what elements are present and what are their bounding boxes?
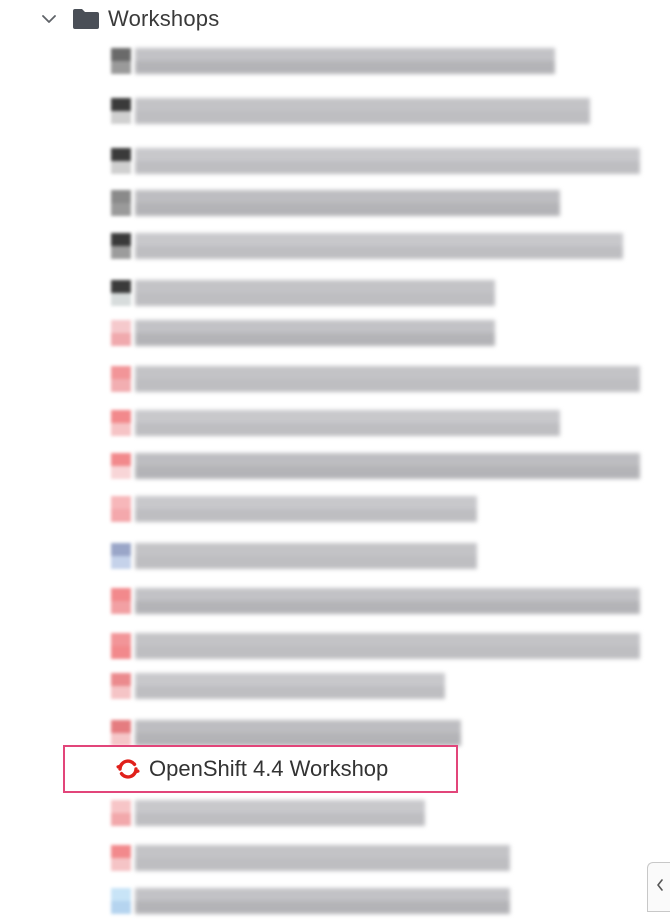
redacted-item-icon bbox=[111, 845, 131, 871]
redacted-item-text bbox=[135, 845, 510, 871]
redacted-item-text bbox=[135, 366, 640, 392]
redacted-item-icon bbox=[111, 800, 131, 826]
redacted-list-item[interactable] bbox=[97, 792, 427, 832]
folder-label: Workshops bbox=[108, 6, 220, 31]
redacted-item-text bbox=[135, 800, 425, 826]
redacted-item-icon bbox=[111, 888, 131, 914]
workshops-folder-row[interactable]: Workshops bbox=[40, 2, 219, 36]
redacted-list-item[interactable] bbox=[97, 140, 642, 180]
redacted-item-icon bbox=[111, 320, 131, 346]
redacted-list-item[interactable] bbox=[97, 225, 625, 265]
redacted-item-icon bbox=[111, 543, 131, 569]
redacted-item-icon bbox=[111, 233, 131, 259]
redacted-item-text bbox=[135, 148, 640, 174]
redacted-list-item[interactable] bbox=[97, 90, 592, 130]
redacted-list-item[interactable] bbox=[97, 535, 479, 575]
redacted-item-text bbox=[135, 633, 640, 659]
highlighted-tree-item[interactable]: OpenShift 4.4 Workshop bbox=[63, 745, 458, 793]
redacted-item-text bbox=[135, 48, 555, 74]
redacted-item-text bbox=[135, 410, 560, 436]
redacted-list-item[interactable] bbox=[97, 625, 642, 665]
collapse-panel-tab[interactable] bbox=[647, 862, 670, 912]
redacted-item-icon bbox=[111, 633, 131, 659]
redacted-item-text bbox=[135, 233, 623, 259]
redacted-item-icon bbox=[111, 98, 131, 124]
openshift-logo-icon bbox=[116, 757, 140, 781]
redacted-item-icon bbox=[111, 366, 131, 392]
redacted-item-text bbox=[135, 543, 477, 569]
redacted-item-icon bbox=[111, 280, 131, 306]
redacted-item-text bbox=[135, 280, 495, 306]
redacted-item-icon bbox=[111, 720, 131, 746]
redacted-list-item[interactable] bbox=[97, 880, 512, 920]
chevron-left-icon[interactable] bbox=[656, 878, 664, 896]
redacted-list-item[interactable] bbox=[97, 40, 557, 80]
redacted-list-item[interactable] bbox=[97, 580, 642, 620]
redacted-item-text bbox=[135, 720, 461, 746]
redacted-item-text bbox=[135, 496, 477, 522]
redacted-item-text bbox=[135, 98, 590, 124]
redacted-item-icon bbox=[111, 190, 131, 216]
redacted-list-item[interactable] bbox=[97, 665, 447, 705]
tree-item-label: OpenShift 4.4 Workshop bbox=[149, 756, 389, 781]
redacted-list-item[interactable] bbox=[97, 402, 562, 442]
redacted-item-text bbox=[135, 320, 495, 346]
redacted-item-text bbox=[135, 888, 510, 914]
redacted-item-icon bbox=[111, 588, 131, 614]
redacted-list-item[interactable] bbox=[97, 358, 642, 398]
redacted-item-icon bbox=[111, 48, 131, 74]
redacted-item-text bbox=[135, 190, 560, 216]
redacted-item-icon bbox=[111, 673, 131, 699]
redacted-item-text bbox=[135, 453, 640, 479]
folder-icon bbox=[72, 8, 100, 30]
redacted-list-item[interactable] bbox=[97, 445, 642, 485]
redacted-item-text bbox=[135, 588, 640, 614]
redacted-item-icon bbox=[111, 453, 131, 479]
chevron-down-icon[interactable] bbox=[40, 10, 58, 28]
redacted-item-icon bbox=[111, 148, 131, 174]
redacted-list-item[interactable] bbox=[97, 272, 497, 312]
redacted-list-item[interactable] bbox=[97, 488, 479, 528]
redacted-list-item[interactable] bbox=[97, 182, 562, 222]
redacted-list-item[interactable] bbox=[97, 837, 512, 877]
redacted-list-item[interactable] bbox=[97, 312, 497, 352]
redacted-item-icon bbox=[111, 410, 131, 436]
redacted-item-text bbox=[135, 673, 445, 699]
redacted-item-icon bbox=[111, 496, 131, 522]
